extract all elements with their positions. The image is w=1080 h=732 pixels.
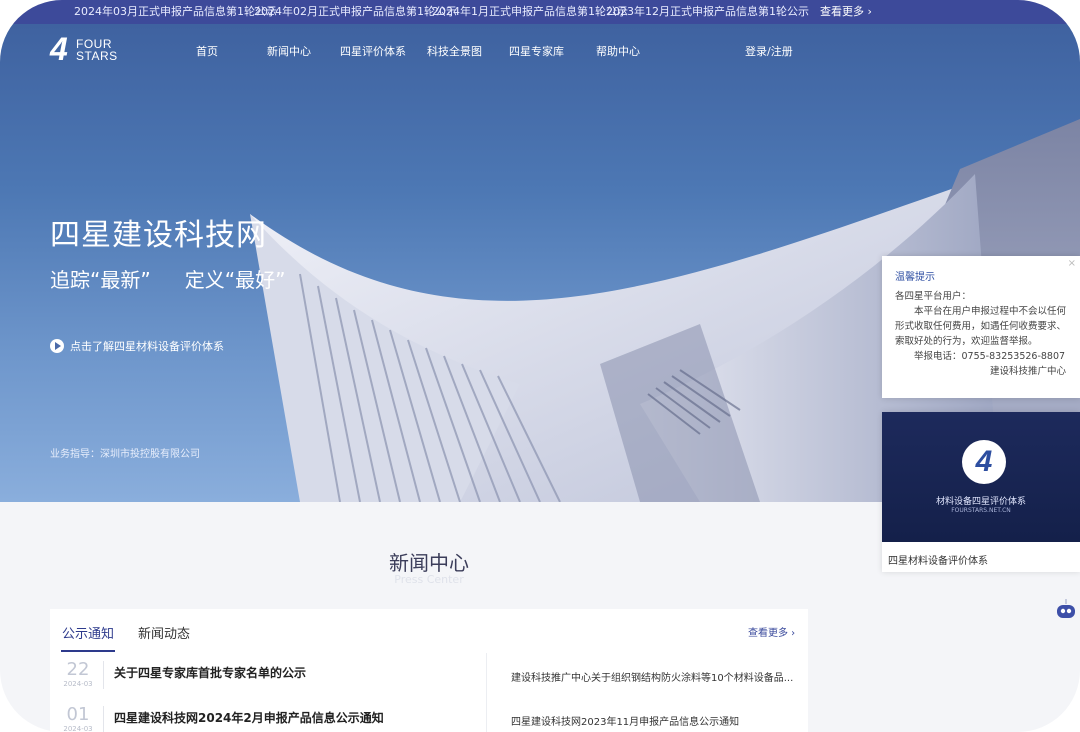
news-day: 22 xyxy=(66,659,90,680)
news-panel: 公示通知 新闻动态 查看更多 › 22 2024-03 关于四星专家库首批专家名… xyxy=(50,609,808,732)
news-day: 01 xyxy=(66,704,90,725)
close-icon[interactable]: × xyxy=(1068,258,1076,269)
intro-video-link[interactable]: 点击了解四星材料设备评价体系 xyxy=(50,338,224,354)
list-item[interactable]: 01 2024-03 四星建设科技网2024年2月申报产品信息公示通知 xyxy=(63,704,474,732)
column-divider xyxy=(486,653,487,732)
video-title: 材料设备四星评价体系 xyxy=(935,497,1026,507)
video-thumbnail[interactable]: 4 材料设备四星评价体系 FOURSTARS.NET.CN xyxy=(882,412,1080,542)
announcement-link[interactable]: 2024年02月正式申报产品信息第1轮公示 xyxy=(254,0,457,24)
login-register-link[interactable]: 登录/注册 xyxy=(745,43,793,59)
video-site: FOURSTARS.NET.CN xyxy=(951,507,1011,514)
nav-item-expert-pool[interactable]: 四星专家库 xyxy=(509,43,564,59)
news-year-month: 2024-03 xyxy=(63,725,93,732)
notice-popup: × 温馨提示 各四星平台用户： 本平台在用户申报过程中不会以任何形式收取任何费用… xyxy=(882,256,1080,398)
robot-assistant-icon[interactable] xyxy=(1055,598,1077,620)
notice-phone: 举报电话：0755-83253526-8807 xyxy=(914,351,1066,362)
hero-slogan: 追踪“最新” 定义“最好” xyxy=(50,264,285,293)
divider xyxy=(103,706,104,732)
news-headline[interactable]: 四星建设科技网2024年2月申报产品信息公示通知 xyxy=(114,709,384,726)
nav-item-tech-panorama[interactable]: 科技全景图 xyxy=(427,43,482,59)
news-link[interactable]: 四星建设科技网2023年11月申报产品信息公示通知 xyxy=(511,713,739,728)
announcement-link[interactable]: 2024年03月正式申报产品信息第1轮公示 xyxy=(74,0,277,24)
business-guidance-text: 业务指导：深圳市投控股有限公司 xyxy=(50,449,200,460)
list-item[interactable]: 22 2024-03 关于四星专家库首批专家名单的公示 xyxy=(63,659,474,695)
tab-news-updates[interactable]: 新闻动态 xyxy=(138,623,190,642)
notice-body: 本平台在用户申报过程中不会以任何形式收取任何费用，如遇任何收费要求、索取好处的行… xyxy=(895,306,1067,347)
logo-words: FOUR STARS xyxy=(76,38,118,62)
slogan-part-2: 定义“最好” xyxy=(184,268,286,292)
four-stars-badge-icon: 4 xyxy=(962,440,1006,484)
video-caption: 四星材料设备评价体系 xyxy=(888,556,988,567)
news-more-link[interactable]: 查看更多 › xyxy=(748,624,795,639)
nav-item-home[interactable]: 首页 xyxy=(196,43,218,59)
news-year-month: 2024-03 xyxy=(63,680,93,688)
divider xyxy=(103,661,104,689)
announcement-link[interactable]: 2023年12月正式申报产品信息第1轮公示 xyxy=(606,0,809,24)
notice-title: 温馨提示 xyxy=(895,272,935,283)
notice-greeting: 各四星平台用户： xyxy=(895,291,972,302)
intro-video-label: 点击了解四星材料设备评价体系 xyxy=(70,340,224,353)
news-section-title: 新闻中心 xyxy=(389,551,469,575)
page-frame: 2024年03月正式申报产品信息第1轮公示 2024年02月正式申报产品信息第1… xyxy=(0,0,1080,732)
video-card[interactable]: 4 材料设备四星评价体系 FOURSTARS.NET.CN 四星材料设备评价体系 xyxy=(882,412,1080,572)
nav-item-rating-system[interactable]: 四星评价体系 xyxy=(340,43,406,59)
notice-signature: 建设科技推广中心 xyxy=(989,366,1066,377)
hero-title: 四星建设科技网 xyxy=(50,218,267,253)
slogan-part-1: 追踪“最新” xyxy=(50,268,151,292)
nav-item-help[interactable]: 帮助中心 xyxy=(596,43,640,59)
four-stars-logo[interactable]: 4 FOUR STARS xyxy=(50,31,130,67)
news-link[interactable]: 建设科技推广中心关于组织钢结构防火涂料等10个材料设备品... xyxy=(511,669,793,684)
announcement-bar: 2024年03月正式申报产品信息第1轮公示 2024年02月正式申报产品信息第1… xyxy=(0,0,1080,24)
logo-line-2: STARS xyxy=(76,49,118,63)
news-headline[interactable]: 关于四星专家库首批专家名单的公示 xyxy=(114,664,306,681)
logo-digit: 4 xyxy=(50,31,68,67)
main-nav: 4 FOUR STARS 首页 新闻中心 四星评价体系 科技全景图 四星专家库 … xyxy=(0,24,1080,76)
tab-announcements[interactable]: 公示通知 xyxy=(60,623,116,652)
play-icon xyxy=(50,339,64,353)
announcement-more-link[interactable]: 查看更多 › xyxy=(820,0,872,24)
announcement-link[interactable]: 2024年1月正式申报产品信息第1轮公示 xyxy=(432,0,628,24)
nav-item-news[interactable]: 新闻中心 xyxy=(267,43,311,59)
